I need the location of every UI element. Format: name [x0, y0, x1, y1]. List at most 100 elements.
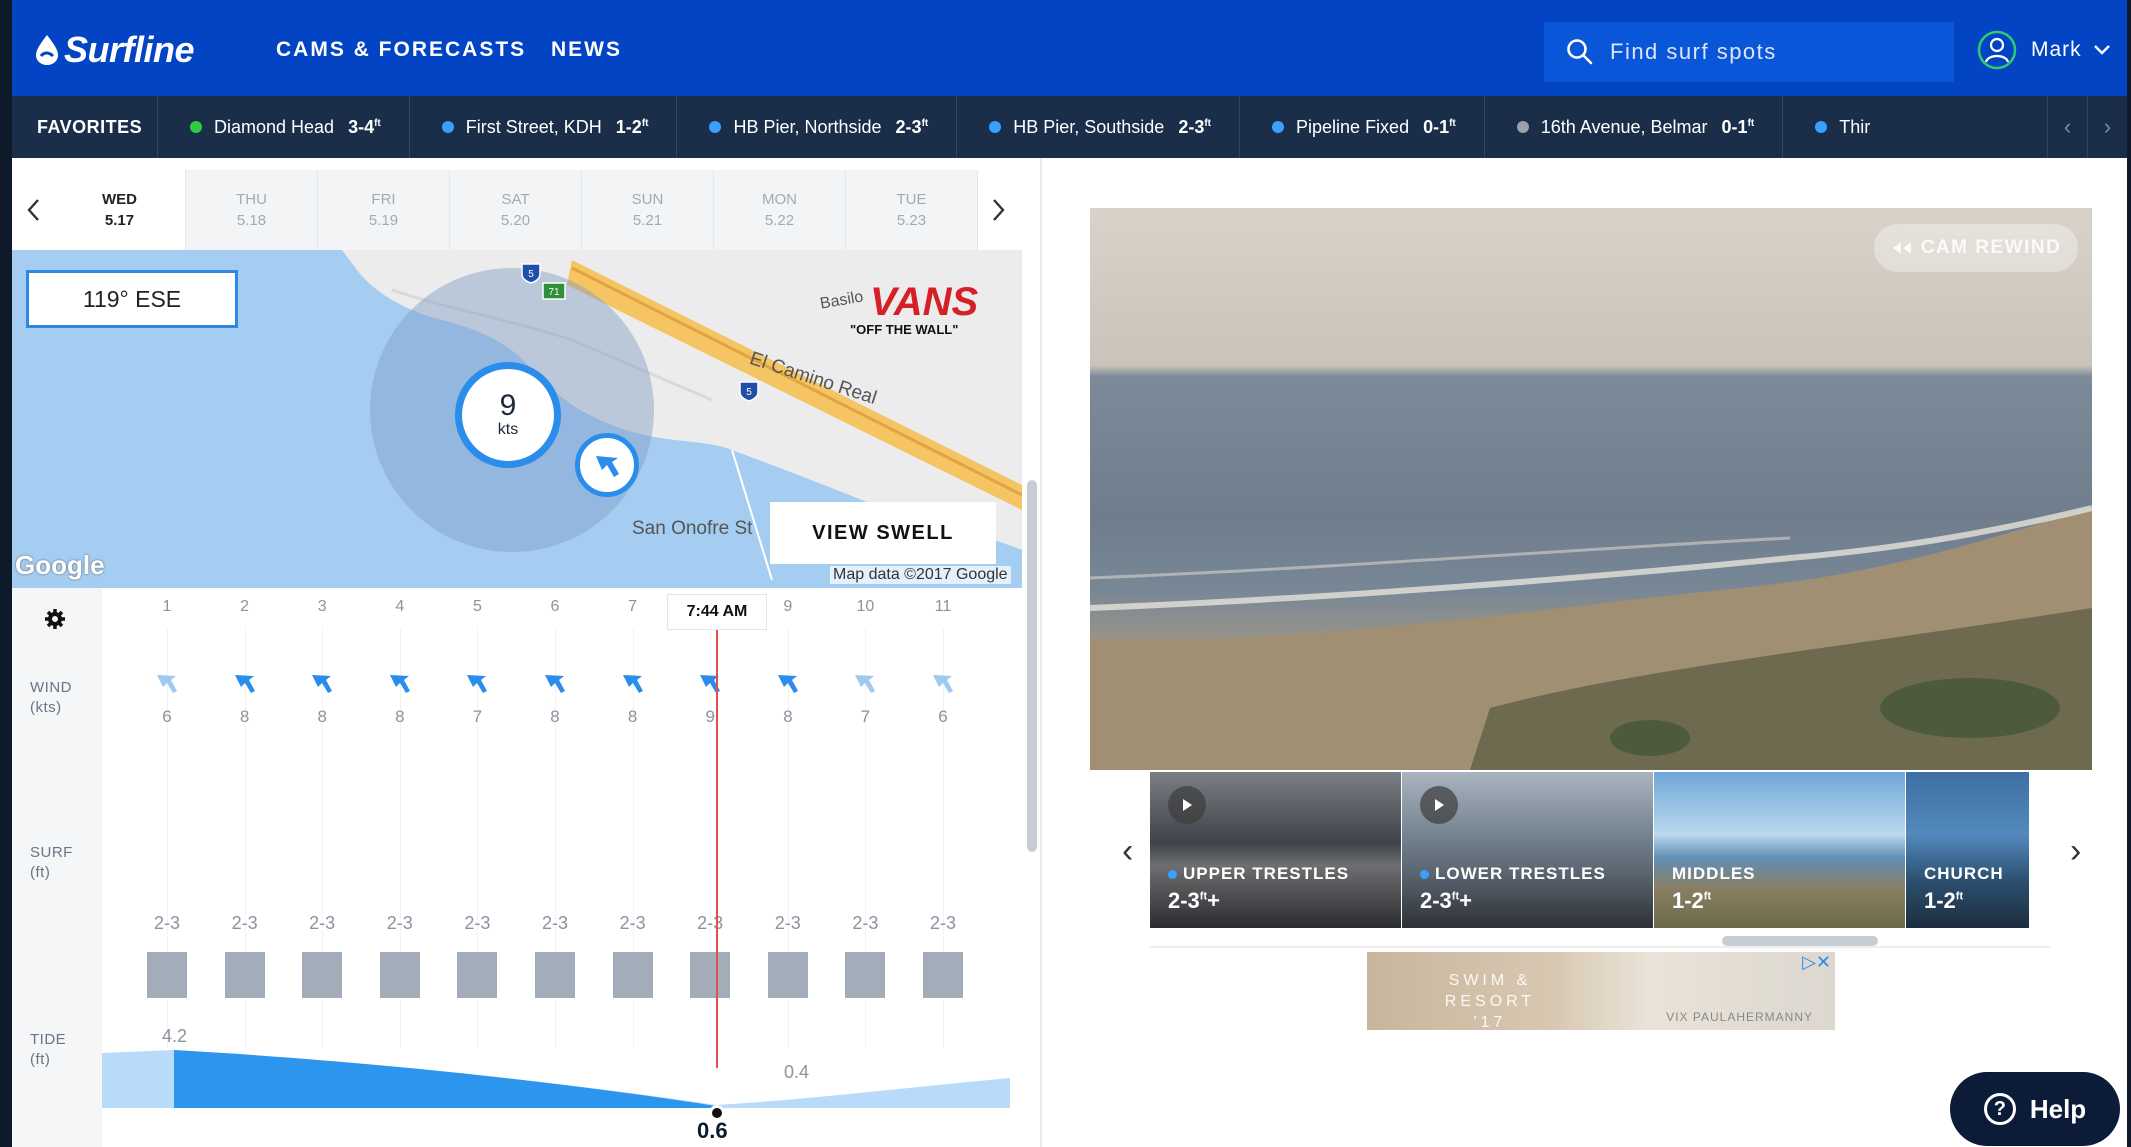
- user-menu[interactable]: Mark: [1977, 30, 2110, 70]
- next-day-button[interactable]: [978, 170, 1020, 250]
- search-bar[interactable]: [1544, 22, 1954, 82]
- chevron-left-icon: [27, 199, 39, 221]
- wind-cell: 8: [375, 670, 425, 727]
- favorites-next-button[interactable]: ›: [2087, 96, 2127, 158]
- chevron-down-icon: [2093, 45, 2110, 55]
- cam-thumbnail[interactable]: LOWER TRESTLES 2-3ft+: [1402, 772, 1654, 928]
- cam-name: LOWER TRESTLES: [1420, 864, 1606, 884]
- day-of-week: FRI: [371, 191, 396, 208]
- forecast-panel: WED 5.17 THU 5.18 FRI 5.19 SAT 5.20 SUN 5.21 MON 5.…: [12, 158, 1027, 1147]
- status-dot: [1815, 121, 1828, 133]
- day-date: 5.19: [368, 212, 399, 229]
- state-route-icon: 71: [542, 282, 566, 300]
- wind-speed-bubble: 9 kts: [455, 362, 561, 468]
- cam-thumbnail[interactable]: CHURCH 1-2ft: [1906, 772, 2030, 928]
- day-tab[interactable]: FRI 5.19: [318, 170, 450, 250]
- surf-cell: 2-3: [913, 913, 973, 998]
- cam-thumbnail[interactable]: MIDDLES 1-2ft: [1654, 772, 1906, 928]
- panel-divider: [1040, 158, 1042, 1147]
- svg-text:5: 5: [746, 387, 752, 398]
- day-of-week: SUN: [631, 191, 664, 208]
- surf-bar: [302, 952, 343, 998]
- surf-cell: 2-3: [680, 913, 740, 998]
- surf-height: 2-3: [153, 913, 180, 933]
- spot-map[interactable]: 5 71 5 119° ESE Basilo VANS "OFF THE WAL…: [12, 250, 1022, 588]
- favorite-spot[interactable]: Thir: [1782, 96, 1898, 158]
- surf-cell: 2-3: [447, 913, 507, 998]
- hour-label: 2: [240, 598, 250, 615]
- live-dot: [1420, 869, 1429, 879]
- surf-height: 2-3: [309, 913, 336, 933]
- prev-day-button[interactable]: [12, 170, 54, 250]
- advertisement-banner[interactable]: SWIM & RESORT '17 ▷✕ VIX PAULAHERMANNY: [1367, 952, 1835, 1031]
- surf-bar: [224, 952, 265, 998]
- surfline-logo[interactable]: Surfline: [34, 28, 195, 72]
- hour-label: 7: [628, 598, 638, 615]
- carousel-scrollbar[interactable]: [1722, 936, 1878, 946]
- ad-text: SWIM & RESORT '17: [1444, 972, 1536, 1031]
- favorite-spot-name: First Street, KDH: [465, 116, 602, 137]
- day-tab[interactable]: TUE 5.23: [846, 170, 978, 250]
- surf-bar: [612, 952, 653, 998]
- wind-arrow-icon: [234, 675, 255, 693]
- cam-name: CHURCH: [1924, 864, 2004, 883]
- surf-bar: [535, 952, 575, 998]
- surf-cell: 2-3: [758, 913, 818, 998]
- surf-height: 2-3: [541, 913, 568, 933]
- wind-speed: 7: [472, 707, 483, 726]
- favorite-spot[interactable]: HB Pier, Southside 2-3ft: [956, 96, 1239, 158]
- day-date: 5.23: [896, 212, 927, 229]
- favorite-spot[interactable]: First Street, KDH 1-2ft: [408, 96, 677, 158]
- favorite-spot-name: HB Pier, Northside: [733, 116, 882, 137]
- favorite-spot[interactable]: 16th Avenue, Belmar 0-1ft: [1483, 96, 1782, 158]
- status-dot: [1516, 121, 1529, 133]
- wind-row-label: WIND (kts): [30, 679, 72, 716]
- favorite-spot[interactable]: Diamond Head 3-4ft: [157, 96, 409, 158]
- tide-chart: [102, 1050, 1010, 1108]
- day-tab[interactable]: MON 5.22: [714, 170, 846, 250]
- surf-height: 2-3: [619, 913, 646, 933]
- surf-bar: [923, 952, 963, 998]
- favorite-spot[interactable]: HB Pier, Northside 2-3ft: [676, 96, 956, 158]
- thumbs-next-button[interactable]: ›: [2070, 832, 2081, 871]
- place-label: San Onofre St: [632, 518, 753, 539]
- svg-text:5: 5: [528, 269, 534, 280]
- favorites-prev-button[interactable]: ‹: [2047, 96, 2087, 158]
- day-tab[interactable]: WED 5.17: [54, 170, 186, 250]
- cam-thumbnail[interactable]: UPPER TRESTLES 2-3ft+: [1150, 772, 1402, 928]
- wind-cell: 8: [530, 670, 580, 727]
- wind-arrow-icon: [596, 456, 619, 477]
- cam-surf-height: 1-2ft: [1672, 888, 1712, 913]
- view-swell-button[interactable]: VIEW SWELL: [770, 502, 996, 564]
- surf-cam-player[interactable]: CAM REWIND: [1090, 208, 2092, 770]
- day-tab[interactable]: SUN 5.21: [582, 170, 714, 250]
- nav-cams-forecasts[interactable]: CAMS & FORECASTS: [276, 38, 526, 62]
- surf-bar: [379, 952, 420, 998]
- help-button[interactable]: ? Help: [1950, 1072, 2120, 1146]
- cam-surf-height: 2-3ft+: [1420, 888, 1472, 913]
- day-selector: WED 5.17 THU 5.18 FRI 5.19 SAT 5.20 SUN 5.21 MON 5.…: [12, 170, 1020, 250]
- surf-height: 2-3: [697, 913, 724, 933]
- favorite-spot-name: 16th Avenue, Belmar: [1540, 116, 1708, 137]
- surf-cell: 2-3: [370, 913, 430, 998]
- row-labels: WIND (kts) SURF (ft) TIDE (ft): [12, 588, 102, 1147]
- cam-rewind-button[interactable]: CAM REWIND: [1874, 224, 2078, 272]
- favorite-spot[interactable]: Pipeline Fixed 0-1ft: [1239, 96, 1484, 158]
- day-of-week: THU: [236, 191, 267, 208]
- ad-close-icon[interactable]: ▷✕: [1802, 952, 1831, 973]
- hour-label: 3: [317, 598, 327, 615]
- wind-arrow-icon: [777, 675, 798, 693]
- thumbs-prev-button[interactable]: ‹: [1122, 832, 1133, 871]
- gear-icon[interactable]: [44, 608, 66, 630]
- forecast-scrollbar[interactable]: [1027, 480, 1037, 852]
- search-input[interactable]: [1610, 39, 1940, 65]
- highway-shield-icon: 5: [739, 381, 759, 402]
- day-tab[interactable]: THU 5.18: [186, 170, 318, 250]
- user-avatar-icon: [1977, 30, 2017, 70]
- day-tab[interactable]: SAT 5.20: [450, 170, 582, 250]
- day-of-week: TUE: [896, 191, 927, 208]
- wind-speed: 6: [938, 707, 948, 726]
- surf-bar: [690, 952, 731, 998]
- nav-news[interactable]: NEWS: [551, 38, 622, 62]
- wind-cell: 7: [840, 670, 890, 727]
